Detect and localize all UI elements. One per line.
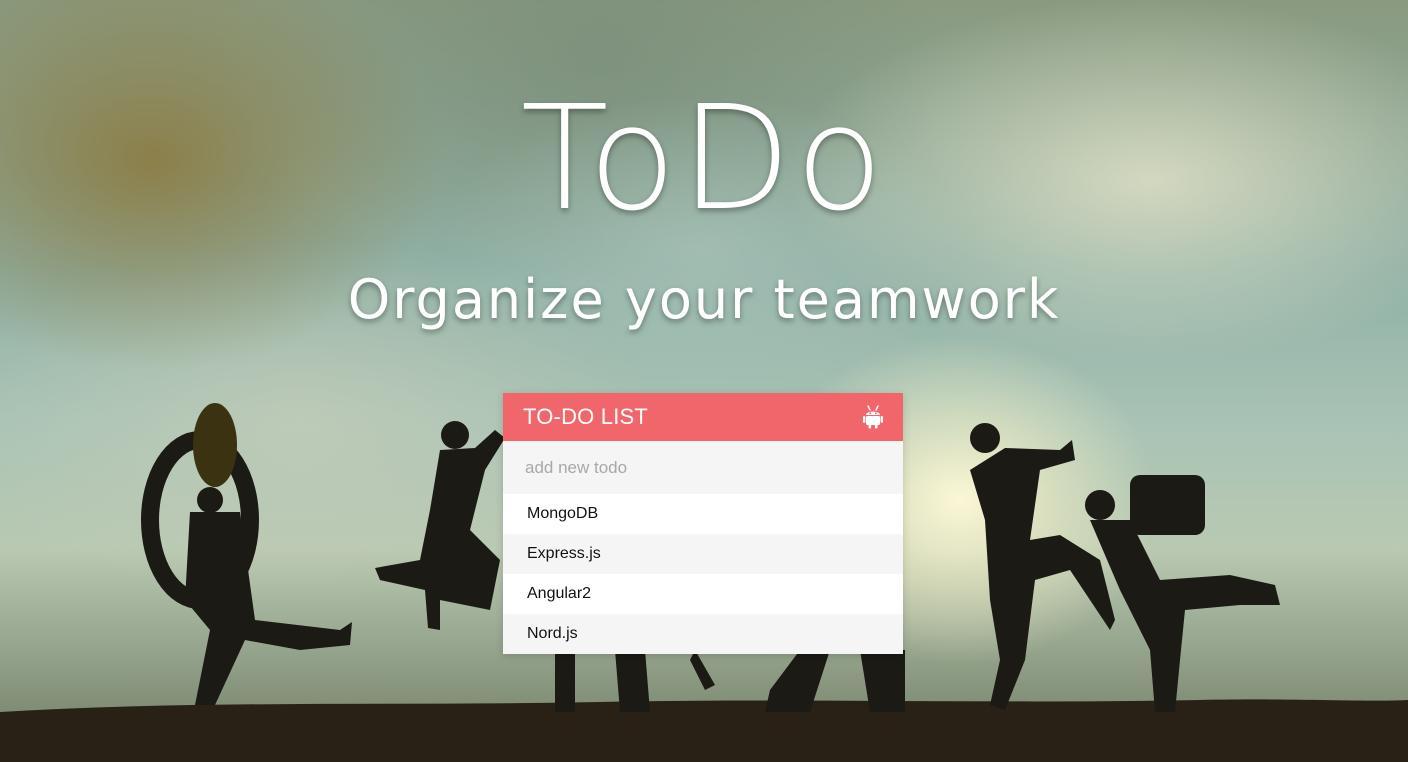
hero-subtitle: Organize your teamwork <box>347 268 1061 331</box>
todo-item-mongodb[interactable]: MongoDB <box>503 494 903 534</box>
new-todo-input[interactable] <box>503 441 903 494</box>
todo-card-header: TO-DO LIST <box>503 393 903 441</box>
todo-list: MongoDB Express.js Angular2 Nord.js <box>503 494 903 654</box>
android-icon[interactable] <box>863 405 883 429</box>
todo-item-angular2[interactable]: Angular2 <box>503 574 903 614</box>
todo-card-title: TO-DO LIST <box>523 404 649 429</box>
hero-title: ToDo <box>520 74 888 242</box>
todo-card: TO-DO LIST MongoDB Express.js Angular2 N… <box>503 393 903 654</box>
todo-item-nordjs[interactable]: Nord.js <box>503 614 903 654</box>
todo-item-expressjs[interactable]: Express.js <box>503 534 903 574</box>
